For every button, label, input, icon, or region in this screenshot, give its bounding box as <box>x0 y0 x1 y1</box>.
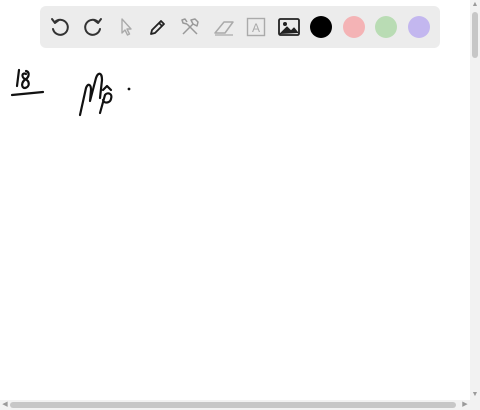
text-icon: A <box>246 17 266 37</box>
ink-m-hat-p <box>78 72 113 117</box>
tools-button[interactable] <box>176 13 204 41</box>
vertical-scroll-thumb[interactable] <box>472 12 478 58</box>
select-pointer-button[interactable] <box>112 13 140 41</box>
image-button[interactable] <box>275 13 303 41</box>
vertical-scrollbar[interactable] <box>470 0 480 400</box>
scroll-left-icon[interactable]: ◀ <box>1 401 9 409</box>
redo-icon <box>84 18 102 36</box>
color-swatch-black[interactable] <box>310 16 332 38</box>
handwritten-ink <box>10 68 131 117</box>
eraser-icon <box>214 21 234 36</box>
text-button[interactable]: A <box>242 13 270 41</box>
svg-text:A: A <box>252 21 260 35</box>
image-icon <box>278 18 300 36</box>
tools-icon <box>181 18 199 35</box>
undo-icon <box>51 18 69 36</box>
scroll-up-icon[interactable]: ▲ <box>471 1 479 9</box>
undo-button[interactable] <box>46 13 74 41</box>
pen-icon <box>150 20 165 35</box>
drawing-toolbar: A <box>40 6 440 48</box>
eraser-button[interactable] <box>210 13 238 41</box>
drawing-canvas[interactable] <box>0 0 470 400</box>
pen-button[interactable] <box>144 13 172 41</box>
ink-dot <box>127 87 131 91</box>
scroll-down-icon[interactable]: ▼ <box>471 391 479 399</box>
color-swatch-green[interactable] <box>375 16 397 38</box>
color-swatch-purple[interactable] <box>408 16 430 38</box>
ink-number-18 <box>10 68 45 97</box>
select-pointer-icon <box>121 18 132 36</box>
color-swatch-pink[interactable] <box>343 16 365 38</box>
scroll-right-icon[interactable]: ▶ <box>461 401 469 409</box>
redo-button[interactable] <box>79 13 107 41</box>
horizontal-scroll-thumb[interactable] <box>10 402 456 408</box>
